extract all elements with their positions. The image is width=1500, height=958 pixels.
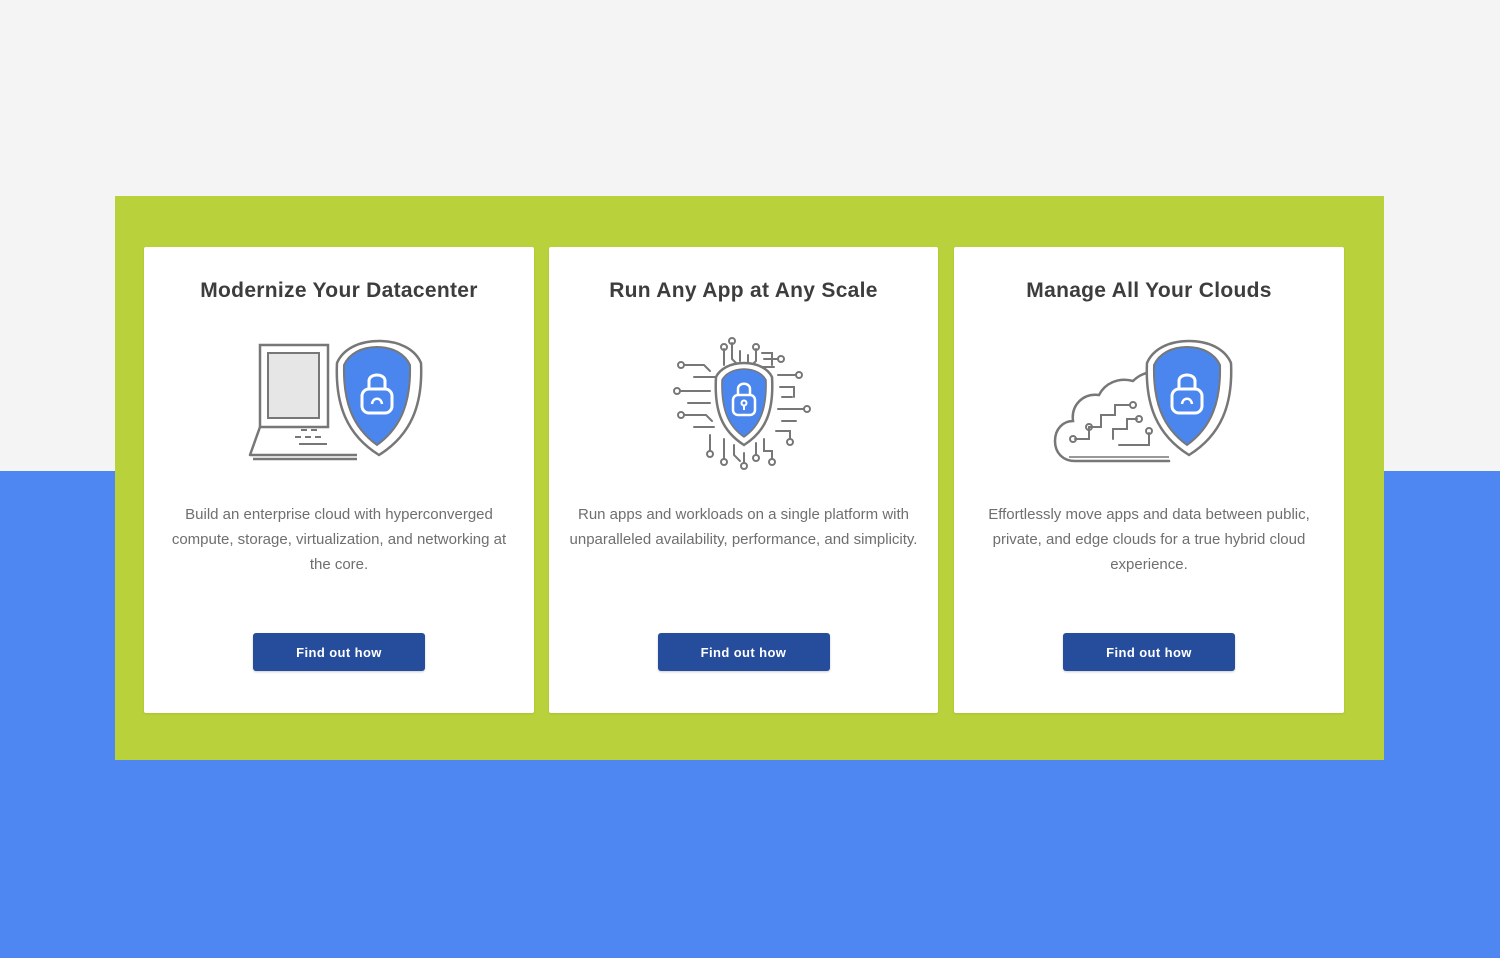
card-description: Effortlessly move apps and data between … — [988, 506, 1310, 573]
feature-card-apps: Run Any App at Any Scale Run apps and wo… — [549, 247, 938, 713]
feature-card-clouds: Manage All Your Clouds Effortlessly move… — [954, 247, 1344, 713]
card-description: Build an enterprise cloud with hyperconv… — [171, 506, 507, 573]
feature-card-datacenter: Modernize Your Datacenter Build an enter… — [144, 247, 534, 713]
cloud-shield-lock-icon — [1053, 339, 1233, 463]
find-out-how-button[interactable]: Find out how — [253, 633, 425, 671]
find-out-how-button[interactable]: Find out how — [657, 633, 830, 671]
card-title: Modernize Your Datacenter — [200, 279, 478, 302]
card-title: Run Any App at Any Scale — [609, 279, 878, 302]
find-out-how-button[interactable]: Find out how — [1063, 633, 1235, 671]
laptop-shield-lock-icon — [248, 339, 423, 461]
card-description: Run apps and workloads on a single platf… — [569, 506, 918, 548]
circuit-shield-lock-icon — [672, 337, 811, 470]
card-title: Manage All Your Clouds — [1026, 279, 1272, 302]
